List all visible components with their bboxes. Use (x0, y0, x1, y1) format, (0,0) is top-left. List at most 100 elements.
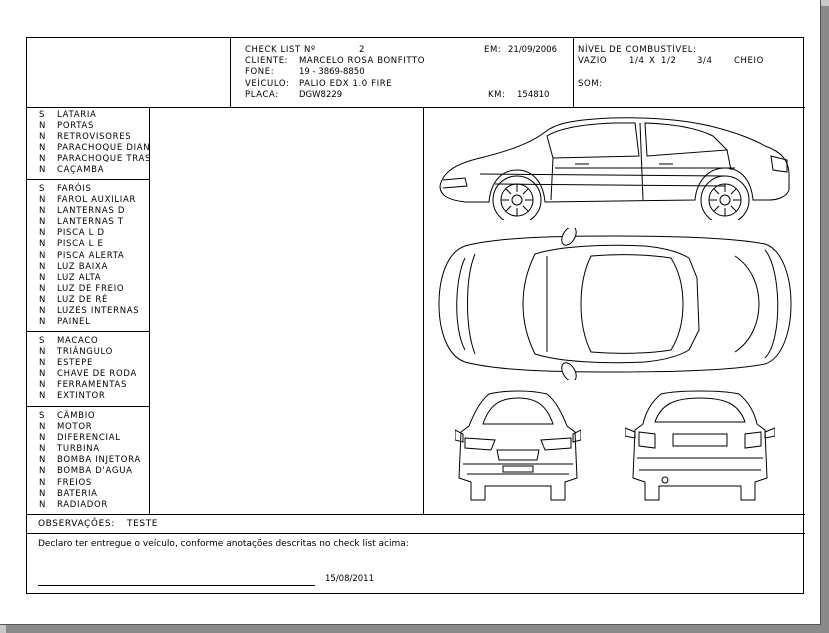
checklist-item-status[interactable]: N (39, 466, 57, 477)
checklist-item-status[interactable]: N (39, 121, 57, 132)
checklist-item-label: RADIADOR (57, 499, 108, 510)
checklist-item: N FREIOS (39, 478, 141, 489)
checklist-item-status[interactable]: N (39, 500, 57, 511)
checklist-item: N LUZ ALTA (39, 273, 139, 284)
checklist-item: N ESTEPE (39, 358, 137, 369)
checklist-item-status[interactable]: N (39, 489, 57, 500)
checklist-item: N PAINEL (39, 317, 139, 328)
observations-value[interactable]: TESTE (127, 519, 158, 530)
checklist-item: N LUZ DE FREIO (39, 284, 139, 295)
checklist-item: N BOMBA INJETORA (39, 455, 141, 466)
checklist-lights-group: S FARÓIS N FAROL AUXILIAR N LANTERNAS D N LANTE… (39, 184, 139, 328)
checklist-item-label: MACACO (57, 336, 99, 346)
checklist-item-label: PAINEL (57, 317, 91, 328)
checklist-item: N PISCA ALERTA (39, 251, 139, 262)
checklist-item-status[interactable]: N (39, 206, 57, 217)
phone-value: 19 - 3869-8850 (299, 67, 365, 77)
checklist-item-status[interactable]: N (39, 284, 57, 295)
phone-label: FONE: (245, 67, 275, 77)
checklist-item-status[interactable]: N (39, 369, 57, 380)
car-top-view-drawing (438, 228, 792, 380)
checklist-item: N FAROL AUXILIAR (39, 195, 139, 206)
checklist-item-status[interactable]: N (39, 165, 57, 176)
checklist-item-status[interactable]: N (39, 422, 57, 433)
checklist-item-label: PORTAS (57, 121, 95, 132)
fuel-half: 1/2 (661, 56, 677, 66)
checklist-item-status[interactable]: N (39, 317, 57, 328)
car-front-view-drawing (455, 390, 581, 501)
checklist-item-status[interactable]: N (39, 347, 57, 358)
checklist-item-status[interactable]: N (39, 391, 57, 402)
checklist-item-status[interactable]: N (39, 228, 57, 239)
checklist-item: S MACACO (39, 336, 137, 347)
checklist-item-label: CÂMBIO (57, 411, 96, 421)
page-shadow-bottom (6, 625, 829, 633)
checklist-item-status[interactable]: N (39, 132, 57, 143)
checklist-item-label: LANTERNAS D (57, 206, 126, 217)
checklist-body-group: S LATARIA N PORTAS N RETROVISORES N PARACHOQUE … (39, 110, 151, 177)
checklist-item: N CAÇAMBA (39, 165, 151, 176)
checklist-item-status[interactable]: N (39, 433, 57, 444)
checklist-item-status[interactable]: N (39, 154, 57, 165)
checklist-number: 2 (359, 45, 366, 55)
checklist-item-status[interactable]: N (39, 295, 57, 306)
checklist-item: N BATERIA (39, 489, 141, 500)
checklist-item-label: FREIOS (57, 477, 92, 488)
checklist-item-status[interactable]: S (39, 110, 57, 121)
checklist-item-status[interactable]: N (39, 444, 57, 455)
checklist-item-label: BATERIA (57, 488, 98, 499)
plate-label: PLACA: (245, 90, 279, 100)
observations-label: OBSERVAÇÕES: (38, 519, 115, 529)
km-label: KM: (488, 90, 506, 100)
checklist-item-status[interactable]: N (39, 195, 57, 206)
checklist-mechanical-group: S CÂMBIO N MOTOR N DIFERENCIAL N TURBINA N BOMBA … (39, 411, 141, 511)
checklist-item-status[interactable]: N (39, 262, 57, 273)
checklist-item-status[interactable]: N (39, 478, 57, 489)
checklist-item-label: ESTEPE (57, 358, 94, 369)
signature-line[interactable] (38, 585, 315, 586)
checklist-item-label: PARACHOQUE TRAS (57, 154, 152, 165)
checklist-item-status[interactable]: N (39, 217, 57, 228)
checklist-item-status[interactable]: N (39, 251, 57, 262)
checklist-item-status[interactable]: N (39, 306, 57, 317)
page-shadow-right (821, 6, 829, 633)
sound-label: SOM: (578, 79, 603, 89)
declaration-date: 15/08/2011 (325, 574, 374, 584)
checklist-item-label: LUZES INTERNAS (57, 306, 140, 317)
checklist-item-status[interactable]: N (39, 143, 57, 154)
checklist-tools-group: S MACACO N TRIÂNGULO N ESTEPE N CHAVE DE RODA N F… (39, 336, 137, 403)
checklist-item-status[interactable]: N (39, 239, 57, 250)
checklist-item-label: PISCA L E (57, 239, 104, 250)
checklist-item-label: LUZ DE RÉ (57, 294, 109, 305)
checklist-item-status[interactable]: S (39, 411, 57, 422)
checklist-item-status[interactable]: N (39, 273, 57, 284)
fuel-three-quarters: 3/4 (697, 56, 713, 66)
checklist-item-label: MOTOR (57, 422, 93, 433)
checklist-item: N LANTERNAS T (39, 217, 139, 228)
checklist-item-status[interactable]: N (39, 455, 57, 466)
checklist-item: N LUZ DE RÉ (39, 295, 139, 306)
vehicle-value: PALIO EDX 1.0 FIRE (299, 79, 393, 89)
checklist-item: N TURBINA (39, 444, 141, 455)
date-label: EM: (484, 45, 502, 55)
fuel-title: NÍVEL DE COMBUSTÍVEL: (578, 45, 697, 55)
fuel-quarter: 1/4 (629, 56, 645, 66)
checklist-item-status[interactable]: S (39, 336, 57, 347)
checklist-item: N CHAVE DE RODA (39, 369, 137, 380)
checklist-item: N DIFERENCIAL (39, 433, 141, 444)
checklist-item-status[interactable]: S (39, 184, 57, 195)
checklist-item: N LUZ BAIXA (39, 262, 139, 273)
checklist-item-label: RETROVISORES (57, 132, 132, 143)
checklist-item: S LATARIA (39, 110, 151, 121)
km-value: 154810 (517, 90, 550, 100)
checklist-item: S FARÓIS (39, 184, 139, 195)
checklist-item-label: TURBINA (57, 444, 100, 455)
checklist-item-status[interactable]: N (39, 380, 57, 391)
checklist-item: N TRIÂNGULO (39, 347, 137, 358)
plate-value: DGW8229 (299, 90, 343, 100)
checklist-item-status[interactable]: N (39, 358, 57, 369)
checklist-item: N BOMBA D'AGUA (39, 466, 141, 477)
checklist-item-label: PISCA L D (57, 228, 105, 239)
checklist-item: N MOTOR (39, 422, 141, 433)
checklist-number-label: CHECK LIST Nº (245, 45, 316, 55)
